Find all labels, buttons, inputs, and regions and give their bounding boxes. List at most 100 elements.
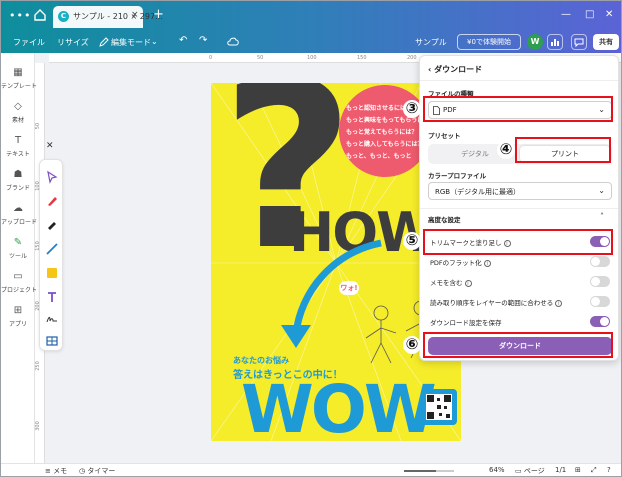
toggle-knob <box>600 317 609 326</box>
sidebar-item-projects[interactable]: ▭ プロジェクト <box>1 271 38 294</box>
avatar[interactable]: W <box>527 34 543 50</box>
info-icon[interactable]: i <box>555 299 563 307</box>
sidebar-item-elements[interactable]: ◇ 素材 <box>1 101 35 124</box>
edit-mode-chevron-icon[interactable]: ⌄ <box>151 37 158 46</box>
resize-button[interactable]: リサイズ <box>57 37 89 48</box>
option-label-wrap: 読み取り順序をレイヤーの範囲に合わせる i <box>430 297 563 307</box>
share-button[interactable]: 共有 <box>593 34 619 50</box>
annotation-box-3 <box>423 96 613 122</box>
menu-dots-icon[interactable]: ••• <box>9 9 31 22</box>
file-menu[interactable]: ファイル <box>13 37 45 48</box>
option-label: 読み取り順序をレイヤーの範囲に合わせる <box>430 299 554 307</box>
preset-label: プリセット <box>428 132 461 140</box>
signature-tool-icon[interactable] <box>45 312 59 326</box>
option-label-wrap: メモを含む i <box>430 277 472 287</box>
highlighter-tool-icon[interactable] <box>45 242 59 256</box>
option-include-notes: メモを含む i <box>428 275 612 289</box>
color-profile-select[interactable]: RGB（デジタル用に最適） ⌄ <box>428 182 612 200</box>
option-save-settings: ダウンロード設定を保存 <box>428 315 612 329</box>
pink-text-line: もっと、もっと、もっと <box>346 153 412 160</box>
sidebar-item-templates[interactable]: ▦ テンプレート <box>1 67 37 90</box>
sidebar-item-label: アプリ <box>8 321 27 328</box>
edit-mode-button[interactable]: 編集モード <box>111 37 151 48</box>
grid-view-icon[interactable]: ⊞ <box>575 466 581 474</box>
title-bar: ••• C サンプル - 210 × 297… × + — □ ✕ <box>1 1 621 31</box>
tab-title: サンプル - 210 × 297… <box>73 12 164 21</box>
cloud-save-icon[interactable] <box>227 36 240 47</box>
timer-button[interactable]: ◷ タイマー <box>79 466 115 476</box>
sidebar-item-label: ブランド <box>5 185 30 192</box>
sidebar-item-label: テンプレート <box>1 83 37 90</box>
free-trial-button[interactable]: ¥0で体験開始 <box>457 34 521 50</box>
sidebar-item-uploads[interactable]: ☁ アップロード <box>1 203 37 226</box>
include-notes-toggle[interactable] <box>590 276 610 287</box>
sidebar-item-brand[interactable]: ☗ ブランド <box>1 169 35 192</box>
marker-tool-icon[interactable] <box>45 218 59 232</box>
tools-close-icon[interactable]: ✕ <box>46 141 54 151</box>
color-profile-label: カラープロファイル <box>428 172 487 180</box>
download-panel-title: ダウンロード <box>434 65 483 74</box>
chevron-up-icon[interactable]: ˄ <box>600 212 604 221</box>
redo-icon[interactable]: ↷ <box>199 35 207 46</box>
app-window: ••• C サンプル - 210 × 297… × + — □ ✕ ファイル リ… <box>0 0 622 477</box>
qr-code-pattern <box>426 394 452 420</box>
pink-text-line: もっと覚えてもらうには？ <box>346 129 418 136</box>
window-close-icon[interactable]: ✕ <box>605 9 613 20</box>
ruler-tick-label: 100 <box>307 55 317 61</box>
divider <box>420 208 618 209</box>
sidebar-item-tools[interactable]: ✎ ツール <box>1 237 35 260</box>
option-label-wrap: ダウンロード設定を保存 <box>430 317 502 327</box>
info-icon[interactable]: i <box>464 279 472 287</box>
notes-icon: ≡ <box>45 467 54 475</box>
status-bar: ≡ メモ ◷ タイマー 64% ▭ ページ 1/1 ⊞ ⤢ ? <box>1 463 621 476</box>
zoom-level[interactable]: 64% <box>489 466 505 474</box>
ruler-tick-label: 250 <box>34 361 41 371</box>
ruler-tick-label: 200 <box>407 55 417 61</box>
sidebar-item-label: プロジェクト <box>1 287 38 294</box>
table-tool-icon[interactable] <box>45 334 59 348</box>
maximize-icon[interactable]: □ <box>585 9 594 20</box>
ruler-tick-label: 0 <box>209 55 213 61</box>
left-sidebar: ▦ テンプレート ◇ 素材 T テキスト ☗ ブランド ☁ アップロード ✎ ツ… <box>1 53 38 463</box>
option-label: ダウンロード設定を保存 <box>430 319 502 327</box>
fullscreen-icon[interactable]: ⤢ <box>591 466 597 475</box>
browser-tab[interactable]: C サンプル - 210 × 297… × <box>53 6 163 28</box>
sidebar-item-apps[interactable]: ⊞ アプリ <box>1 305 35 328</box>
qr-code-icon <box>427 395 451 419</box>
home-icon[interactable] <box>33 8 47 22</box>
text-tool-icon[interactable] <box>45 290 59 304</box>
reading-order-toggle[interactable] <box>590 296 610 307</box>
sidebar-item-label: テキスト <box>6 151 30 158</box>
toggle-knob <box>591 277 600 286</box>
comment-icon[interactable] <box>571 34 587 50</box>
zoom-slider-fill <box>404 470 436 472</box>
wow-heading: WOW <box>241 371 437 441</box>
timer-label: タイマー <box>87 467 116 475</box>
pages-button[interactable]: ▭ ページ <box>515 466 545 476</box>
sticky-note-icon[interactable] <box>45 266 59 280</box>
option-reading-order: 読み取り順序をレイヤーの範囲に合わせる i <box>428 295 612 309</box>
qr-code <box>421 389 457 425</box>
flatten-pdf-toggle[interactable] <box>590 256 610 267</box>
undo-icon[interactable]: ↶ <box>179 35 187 46</box>
toggle-knob <box>591 257 600 266</box>
insights-icon[interactable] <box>547 34 563 50</box>
annotation-number-6: ⑥ <box>403 336 421 354</box>
tab-close-icon[interactable]: × <box>131 10 139 20</box>
download-back-button[interactable]: ‹ ダウンロード <box>428 64 482 75</box>
memo-button[interactable]: ≡ メモ <box>45 466 67 476</box>
help-icon[interactable]: ? <box>607 466 611 474</box>
info-icon[interactable]: i <box>483 259 491 267</box>
zoom-slider[interactable] <box>404 470 454 472</box>
canva-logo-icon: C <box>58 11 69 22</box>
minimize-icon[interactable]: — <box>561 9 571 20</box>
save-settings-toggle[interactable] <box>590 316 610 327</box>
poster-tagline-1: あなたのお悩み <box>233 356 289 365</box>
document-name[interactable]: サンプル <box>415 37 447 48</box>
sidebar-item-text[interactable]: T テキスト <box>1 135 35 158</box>
pink-text-line: もっと購入してもらうには？ <box>346 141 424 148</box>
new-tab-icon[interactable]: + <box>153 7 164 22</box>
select-pointer-icon[interactable] <box>45 170 59 184</box>
annotation-number-4: ④ <box>497 141 515 159</box>
pen-tool-icon[interactable] <box>45 194 59 208</box>
